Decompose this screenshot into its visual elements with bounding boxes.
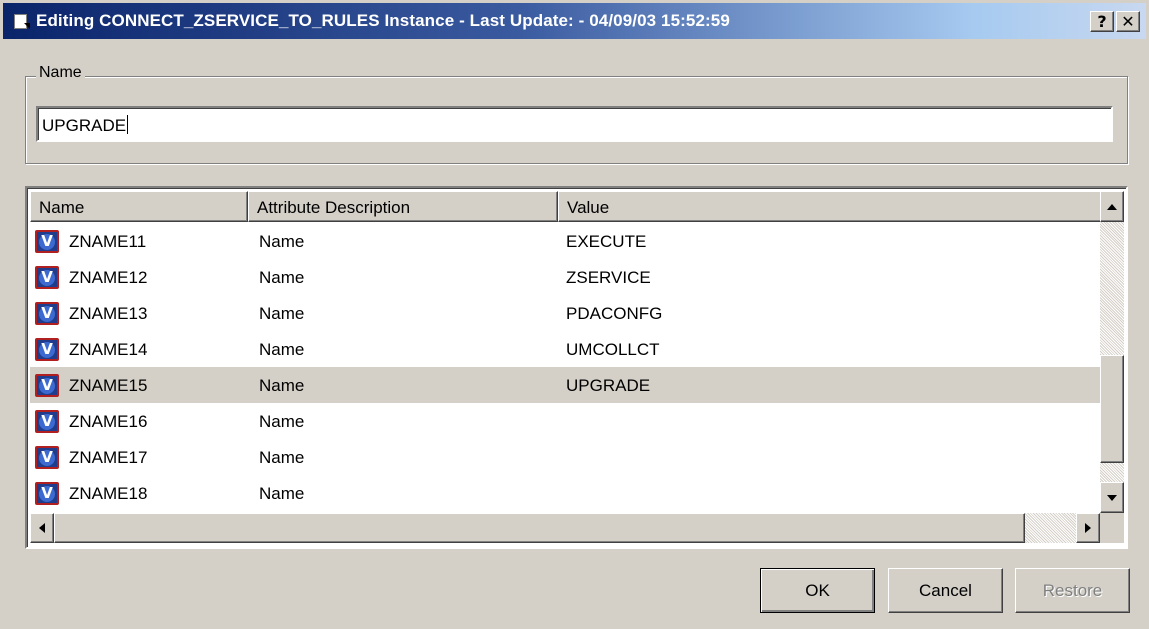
name-input[interactable]: UPGRADE xyxy=(36,106,1113,142)
vertical-scroll-thumb[interactable] xyxy=(1100,355,1124,463)
row-attribute-description: Name xyxy=(259,232,305,251)
ok-button[interactable]: OK xyxy=(760,568,875,613)
row-value: EXECUTE xyxy=(566,232,647,251)
text-caret xyxy=(127,115,129,134)
dialog-window: Editing CONNECT_ZSERVICE_TO_RULES Instan… xyxy=(0,0,1149,629)
cancel-button[interactable]: Cancel xyxy=(888,568,1003,613)
restore-button[interactable]: Restore xyxy=(1015,568,1130,613)
variable-v-icon: V xyxy=(35,266,59,289)
variable-v-icon: V xyxy=(35,446,59,469)
table-row[interactable]: V ZNAME14 Name UMCOLLCT xyxy=(30,331,1100,367)
table-row[interactable]: V ZNAME11 Name EXECUTE xyxy=(30,223,1100,259)
table-row[interactable]: V ZNAME18 Name xyxy=(30,475,1100,511)
row-value: PDACONFG xyxy=(566,304,663,323)
table-row[interactable]: V ZNAME13 Name PDACONFG xyxy=(30,295,1100,331)
window-title: Editing CONNECT_ZSERVICE_TO_RULES Instan… xyxy=(36,11,730,30)
horizontal-scroll-thumb[interactable] xyxy=(54,513,1025,543)
row-name: ZNAME17 xyxy=(69,448,148,467)
scroll-down-button[interactable] xyxy=(1100,482,1124,513)
variable-v-icon: V xyxy=(35,410,59,433)
row-attribute-description: Name xyxy=(259,412,305,431)
row-attribute-description: Name xyxy=(259,340,305,359)
row-name: ZNAME12 xyxy=(69,268,148,287)
horizontal-scrollbar[interactable] xyxy=(30,513,1100,543)
row-name: ZNAME14 xyxy=(69,340,148,359)
row-attribute-description: Name xyxy=(259,376,305,395)
name-group-legend: Name xyxy=(36,64,85,82)
row-attribute-description: Name xyxy=(259,484,305,503)
row-attribute-description: Name xyxy=(259,268,305,287)
list-header: Name Attribute Description Value xyxy=(30,191,1103,222)
row-value: ZSERVICE xyxy=(566,268,651,287)
row-name: ZNAME16 xyxy=(69,412,148,431)
vertical-scrollbar[interactable] xyxy=(1100,191,1124,513)
column-header-name[interactable]: Name xyxy=(30,191,248,222)
title-bar[interactable]: Editing CONNECT_ZSERVICE_TO_RULES Instan… xyxy=(3,3,1146,39)
help-button[interactable]: ? xyxy=(1090,11,1114,32)
row-name: ZNAME11 xyxy=(69,232,147,251)
row-name: ZNAME15 xyxy=(69,376,148,395)
column-header-value[interactable]: Value xyxy=(558,191,1103,222)
row-value: UMCOLLCT xyxy=(566,340,660,359)
row-value: UPGRADE xyxy=(566,376,651,395)
variable-v-icon: V xyxy=(35,338,59,361)
scrollbar-corner xyxy=(1100,513,1124,543)
arrow-down-icon xyxy=(1107,494,1117,501)
list-rows: V ZNAME11 Name EXECUTE V ZNAME12 Name ZSERVICE V… xyxy=(30,223,1100,511)
variable-v-icon: V xyxy=(35,482,59,505)
variable-v-icon: V xyxy=(35,230,59,253)
table-row[interactable]: V ZNAME15 Name UPGRADE xyxy=(30,367,1100,403)
arrow-left-icon xyxy=(39,523,45,533)
row-attribute-description: Name xyxy=(259,448,305,467)
table-row[interactable]: V ZNAME12 Name ZSERVICE xyxy=(30,259,1100,295)
arrow-up-icon xyxy=(1107,203,1117,210)
attribute-list[interactable]: Name Attribute Description Value V ZNAME1… xyxy=(25,186,1128,549)
variable-v-icon: V xyxy=(35,374,59,397)
row-attribute-description: Name xyxy=(259,304,305,323)
row-name: ZNAME18 xyxy=(69,484,148,503)
arrow-right-icon xyxy=(1085,523,1091,533)
scroll-right-button[interactable] xyxy=(1076,513,1100,543)
column-header-attribute-description[interactable]: Attribute Description xyxy=(248,191,558,222)
table-row[interactable]: V ZNAME16 Name xyxy=(30,403,1100,439)
name-input-value: UPGRADE xyxy=(42,116,127,135)
app-icon[interactable] xyxy=(12,13,30,29)
table-row[interactable]: V ZNAME17 Name xyxy=(30,439,1100,475)
scroll-up-button[interactable] xyxy=(1100,191,1124,222)
scroll-left-button[interactable] xyxy=(30,513,54,543)
variable-v-icon: V xyxy=(35,302,59,325)
row-name: ZNAME13 xyxy=(69,304,148,323)
close-button[interactable]: ✕ xyxy=(1116,11,1140,32)
